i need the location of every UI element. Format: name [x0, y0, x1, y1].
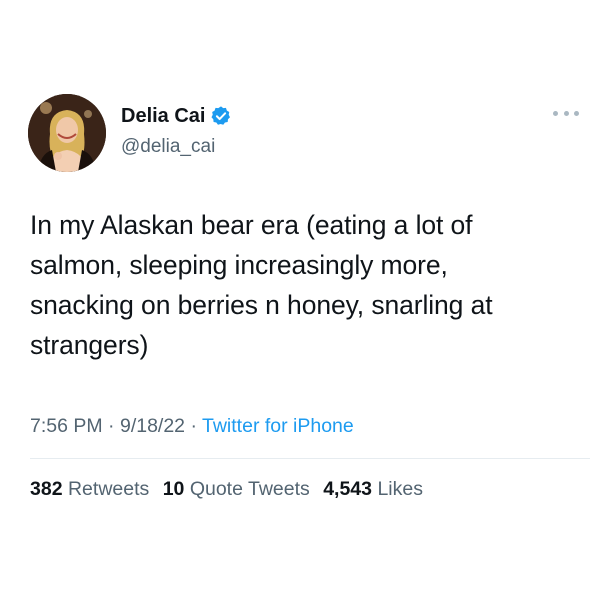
retweets-count: 382	[30, 478, 63, 500]
tweet-text-line: strangers)	[30, 330, 149, 360]
quote-tweets-stat[interactable]: 10 Quote Tweets	[163, 478, 310, 500]
more-dot	[563, 110, 569, 116]
tweet-text-line: snacking on berries n honey, snarling at	[30, 290, 493, 320]
retweets-stat[interactable]: 382 Retweets	[30, 478, 149, 500]
tweet-time[interactable]: 7:56 PM	[30, 415, 103, 437]
tweet-meta: 7:56 PM · 9/18/22 · Twitter for iPhone	[30, 413, 354, 439]
tweet-text-line: In my Alaskan bear era (eating a lot of	[30, 210, 473, 240]
tweet-text: In my Alaskan bear era (eating a lot of …	[30, 205, 595, 365]
likes-label: Likes	[377, 478, 423, 500]
retweets-label: Retweets	[67, 478, 150, 500]
tweet-text-line: salmon, sleeping increasingly more,	[30, 250, 448, 280]
profile-photo-icon	[28, 94, 106, 172]
quote-tweets-count: 10	[162, 478, 185, 500]
tweet-stats: 382 Retweets 10 Quote Tweets 4,543 Likes	[30, 476, 431, 502]
verified-badge-icon	[210, 105, 232, 127]
author-handle[interactable]: @delia_cai	[121, 135, 215, 159]
likes-stat[interactable]: 4,543 Likes	[323, 478, 423, 500]
author-display-name[interactable]: Delia Cai	[121, 103, 205, 129]
divider	[30, 458, 590, 459]
likes-count: 4,543	[323, 478, 373, 500]
more-dot	[574, 110, 579, 116]
tweet-card: Delia Cai @delia_cai In my Alaskan bear …	[0, 0, 600, 600]
author-name-row[interactable]: Delia Cai	[121, 103, 232, 129]
tweet-source-link[interactable]: Twitter for iPhone	[202, 415, 354, 437]
more-dots-icon[interactable]	[553, 106, 579, 120]
avatar[interactable]	[28, 94, 106, 172]
quote-tweets-label: Quote Tweets	[189, 478, 310, 500]
meta-separator: ·	[102, 415, 120, 437]
meta-separator: ·	[185, 415, 203, 437]
tweet-date[interactable]: 9/18/22	[120, 415, 185, 437]
more-dot	[553, 110, 558, 116]
